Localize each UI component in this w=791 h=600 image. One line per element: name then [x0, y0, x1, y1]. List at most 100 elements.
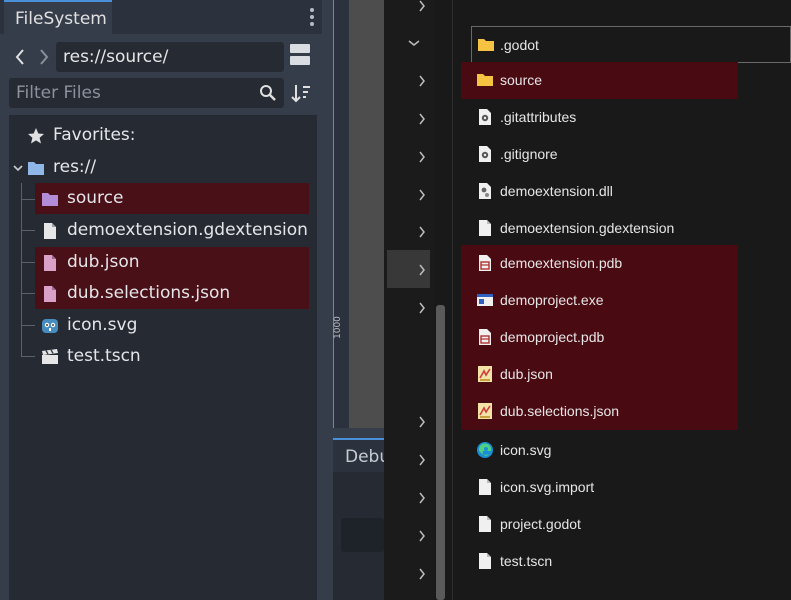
- file-name: demoextension.gdextension: [500, 220, 675, 236]
- chevron-right-icon[interactable]: [416, 568, 428, 580]
- explorer-item-dub-selections[interactable]: dub.selections.json: [461, 393, 738, 430]
- config-file-icon: [479, 146, 491, 162]
- pdb-file-icon: [479, 255, 491, 271]
- file-name: demoextension.pdb: [500, 255, 623, 271]
- pdb-file-icon: [479, 329, 491, 345]
- file-name: test.tscn: [500, 553, 553, 569]
- file-name: icon.svg.import: [500, 479, 595, 495]
- folder-icon: [42, 193, 58, 206]
- json-file-icon: [478, 366, 492, 382]
- tree-item-label: demoextension.gdextension: [67, 220, 308, 240]
- vertical-ruler: [333, 0, 349, 428]
- folder-icon: [478, 39, 494, 51]
- explorer-item-ext-pdb[interactable]: demoextension.pdb: [461, 245, 738, 282]
- explorer-item-proj-pdb[interactable]: demoproject.pdb: [461, 319, 738, 356]
- chevron-right-icon[interactable]: [416, 113, 428, 125]
- file-icon: [44, 223, 56, 239]
- chevron-right-icon[interactable]: [416, 454, 428, 466]
- tab-debugger[interactable]: Debu: [333, 438, 384, 472]
- file-icon: [44, 255, 56, 271]
- explorer-item-gdextension[interactable]: demoextension.gdextension: [461, 210, 738, 247]
- explorer-item-test-tscn[interactable]: test.tscn: [461, 543, 738, 580]
- search-icon: [260, 85, 276, 101]
- edge-icon: [477, 442, 493, 458]
- file-icon: [479, 553, 491, 569]
- dock-menu-icon[interactable]: [304, 6, 320, 28]
- path-input[interactable]: res://source/: [56, 42, 284, 72]
- chevron-right-icon[interactable]: [416, 530, 428, 542]
- explorer-item-exe[interactable]: demoproject.exe: [461, 282, 738, 319]
- file-name: dub.selections.json: [500, 403, 620, 419]
- tree-item-icon-svg[interactable]: icon.svg: [35, 310, 309, 341]
- tree-item-dub-json[interactable]: dub.json: [35, 247, 309, 278]
- explorer-item-gitattributes[interactable]: .gitattributes: [461, 99, 738, 136]
- chevron-right-icon[interactable]: [416, 75, 428, 87]
- file-tree: Favorites: res:// source demoextension.g…: [9, 115, 317, 600]
- explorer-item-project-godot[interactable]: project.godot: [461, 506, 738, 543]
- filesystem-dock: FileSystem res://source/ Filter Files Fa…: [0, 0, 322, 600]
- favorites-label: Favorites:: [53, 125, 136, 145]
- explorer-item-gitignore[interactable]: .gitignore: [461, 136, 738, 173]
- file-name: .godot: [500, 37, 539, 53]
- file-name: demoproject.pdb: [500, 329, 605, 345]
- godot-icon: [42, 319, 58, 333]
- file-icon: [479, 516, 491, 532]
- file-name: source: [500, 72, 543, 88]
- explorer-item-godot[interactable]: .godot: [471, 26, 791, 63]
- favorites-row[interactable]: Favorites:: [9, 120, 309, 151]
- chevron-right-icon[interactable]: [416, 492, 428, 504]
- tree-root[interactable]: res://: [9, 152, 309, 183]
- forward-icon[interactable]: [34, 46, 54, 68]
- pane-divider[interactable]: [452, 0, 453, 600]
- file-name: icon.svg: [500, 442, 552, 458]
- file-icon: [44, 286, 56, 302]
- filter-input[interactable]: Filter Files: [9, 78, 284, 108]
- explorer-item-dll[interactable]: demoextension.dll: [461, 173, 738, 210]
- chevron-right-icon[interactable]: [416, 226, 428, 238]
- file-name: demoproject.exe: [500, 292, 604, 308]
- back-icon[interactable]: [10, 46, 30, 68]
- chevron-right-icon[interactable]: [416, 189, 428, 201]
- tree-item-label: test.tscn: [67, 346, 141, 366]
- file-name: .gitignore: [500, 146, 558, 162]
- chevron-right-icon[interactable]: [416, 0, 428, 12]
- chevron-right-icon[interactable]: [416, 302, 428, 314]
- file-name: demoextension.dll: [500, 183, 613, 199]
- tree-item-dub-selections[interactable]: dub.selections.json: [35, 278, 309, 309]
- split-mode-icon[interactable]: [290, 44, 312, 68]
- nav-scrollbar[interactable]: [436, 305, 445, 600]
- tree-item-source[interactable]: source: [35, 183, 309, 214]
- root-label: res://: [53, 157, 97, 177]
- file-icon: [479, 479, 491, 495]
- star-icon: [28, 128, 44, 144]
- file-icon: [479, 220, 491, 236]
- debugger-field: [341, 518, 384, 552]
- navigation-pane: [384, 0, 434, 600]
- explorer-item-icon-svg[interactable]: icon.svg: [461, 432, 738, 469]
- tree-item-label: source: [67, 188, 124, 208]
- file-name: dub.json: [500, 366, 553, 382]
- scene-icon: [42, 349, 58, 364]
- chevron-right-icon[interactable]: [416, 416, 428, 428]
- tree-item-test-tscn[interactable]: test.tscn: [35, 341, 309, 372]
- chevron-down-icon[interactable]: [408, 37, 420, 49]
- editor-canvas[interactable]: [349, 0, 384, 428]
- file-name: .gitattributes: [500, 109, 577, 125]
- explorer-item-source[interactable]: source: [461, 62, 738, 99]
- tab-filesystem[interactable]: FileSystem: [4, 0, 112, 34]
- sort-icon[interactable]: [290, 82, 312, 104]
- chevron-right-icon[interactable]: [416, 264, 428, 276]
- exe-file-icon: [477, 294, 493, 306]
- tree-item-label: icon.svg: [67, 315, 138, 335]
- explorer-item-svg-import[interactable]: icon.svg.import: [461, 469, 738, 506]
- config-file-icon: [479, 109, 491, 125]
- explorer-item-dub-json[interactable]: dub.json: [461, 356, 738, 393]
- dll-file-icon: [479, 183, 491, 199]
- tree-item-demoextension[interactable]: demoextension.gdextension: [35, 215, 309, 246]
- tree-item-label: dub.selections.json: [67, 283, 231, 303]
- tree-item-label: dub.json: [67, 252, 140, 272]
- chevron-right-icon[interactable]: [416, 151, 428, 163]
- ruler-label: 1000: [333, 316, 343, 340]
- chevron-down-icon[interactable]: [13, 163, 23, 173]
- file-name: project.godot: [500, 516, 581, 532]
